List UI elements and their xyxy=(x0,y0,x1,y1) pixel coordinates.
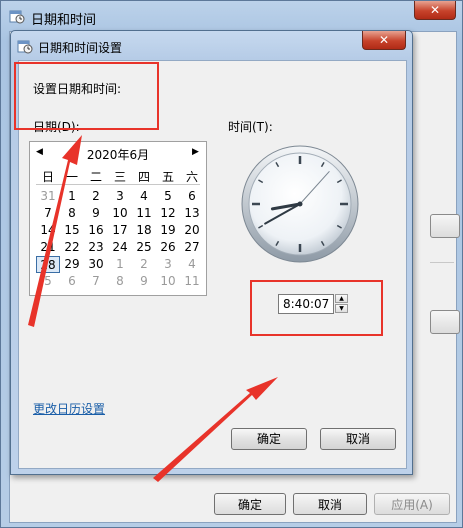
calendar-day[interactable]: 3 xyxy=(108,188,132,205)
calendar-day[interactable]: 10 xyxy=(108,205,132,222)
window-close-button[interactable]: ✕ xyxy=(414,1,456,20)
calendar-day[interactable]: 27 xyxy=(180,239,204,256)
calendar-day[interactable]: 6 xyxy=(60,273,84,290)
calendar-day[interactable]: 26 xyxy=(156,239,180,256)
calendar-month-title[interactable]: 2020年6月 xyxy=(30,146,206,163)
outer-apply-button[interactable]: 应用(A) xyxy=(374,493,450,515)
hidden-change-button[interactable] xyxy=(430,214,460,238)
calendar-day[interactable]: 7 xyxy=(84,273,108,290)
calendar-day[interactable]: 23 xyxy=(84,239,108,256)
annotation-box-heading xyxy=(14,62,159,130)
calendar-day[interactable]: 14 xyxy=(36,222,60,239)
calendar-day[interactable]: 8 xyxy=(60,205,84,222)
calendar-day[interactable]: 11 xyxy=(132,205,156,222)
calendar-day[interactable]: 10 xyxy=(156,273,180,290)
calendar[interactable]: ◀ 2020年6月 ▶ 日一二三四五六 31 1 2 3 4 5 6 7 8 9 10 11 12 13 1… xyxy=(29,141,207,296)
calendar-day[interactable]: 6 xyxy=(180,188,204,205)
calendar-clock-icon xyxy=(9,10,25,24)
calendar-day[interactable]: 31 xyxy=(36,188,60,205)
calendar-day[interactable]: 18 xyxy=(132,222,156,239)
calendar-weekday: 六 xyxy=(185,170,198,184)
annotation-box-time xyxy=(250,280,383,336)
ok-button[interactable]: 确定 xyxy=(231,428,307,450)
clock-center xyxy=(297,201,303,207)
calendar-day[interactable]: 5 xyxy=(156,188,180,205)
hidden-change-button-2[interactable] xyxy=(430,310,460,334)
calendar-day[interactable]: 21 xyxy=(36,239,60,256)
calendar-header: ◀ 2020年6月 ▶ xyxy=(30,145,206,163)
calendar-day[interactable]: 29 xyxy=(60,256,84,273)
calendar-day[interactable]: 1 xyxy=(60,188,84,205)
cancel-button[interactable]: 取消 xyxy=(320,428,396,450)
calendar-day[interactable]: 25 xyxy=(132,239,156,256)
calendar-day[interactable]: 2 xyxy=(84,188,108,205)
calendar-weekday: 二 xyxy=(89,170,102,184)
calendar-weekday: 日 xyxy=(41,170,54,184)
calendar-weekday: 三 xyxy=(113,170,126,184)
calendar-day[interactable]: 30 xyxy=(84,256,108,273)
divider xyxy=(430,262,454,263)
calendar-day[interactable]: 3 xyxy=(156,256,180,273)
calendar-divider xyxy=(36,184,200,185)
calendar-day[interactable]: 8 xyxy=(108,273,132,290)
calendar-day[interactable]: 24 xyxy=(108,239,132,256)
calendar-day[interactable]: 15 xyxy=(60,222,84,239)
calendar-day[interactable]: 16 xyxy=(84,222,108,239)
calendar-day[interactable]: 1 xyxy=(108,256,132,273)
calendar-day[interactable]: 4 xyxy=(180,256,204,273)
calendar-day[interactable]: 19 xyxy=(156,222,180,239)
calendar-day[interactable]: 9 xyxy=(132,273,156,290)
calendar-weekday: 四 xyxy=(137,170,150,184)
calendar-day[interactable]: 7 xyxy=(36,205,60,222)
calendar-weekday: 一 xyxy=(65,170,78,184)
calendar-day[interactable]: 4 xyxy=(132,188,156,205)
outer-cancel-button[interactable]: 取消 xyxy=(293,493,367,515)
calendar-day[interactable]: 17 xyxy=(108,222,132,239)
calendar-day[interactable]: 22 xyxy=(60,239,84,256)
calendar-day[interactable]: 9 xyxy=(84,205,108,222)
calendar-day[interactable]: 12 xyxy=(156,205,180,222)
calendar-day[interactable]: 13 xyxy=(180,205,204,222)
window-title: 日期和时间 xyxy=(31,13,97,28)
analog-clock xyxy=(241,145,359,263)
next-month-icon[interactable]: ▶ xyxy=(192,147,199,157)
calendar-day[interactable]: 20 xyxy=(180,222,204,239)
outer-ok-button[interactable]: 确定 xyxy=(214,493,286,515)
calendar-weekday: 五 xyxy=(161,170,174,184)
time-label: 时间(T): xyxy=(228,120,273,134)
calendar-day[interactable]: 28 xyxy=(36,256,60,273)
calendar-day[interactable]: 5 xyxy=(36,273,60,290)
calendar-day[interactable]: 2 xyxy=(132,256,156,273)
calendar-clock-icon xyxy=(17,40,33,54)
dialog-title: 日期和时间设置 xyxy=(38,41,123,55)
dialog-close-button[interactable]: ✕ xyxy=(362,31,406,50)
calendar-day[interactable]: 11 xyxy=(180,273,204,290)
change-calendar-settings-link[interactable]: 更改日历设置 xyxy=(33,400,105,417)
